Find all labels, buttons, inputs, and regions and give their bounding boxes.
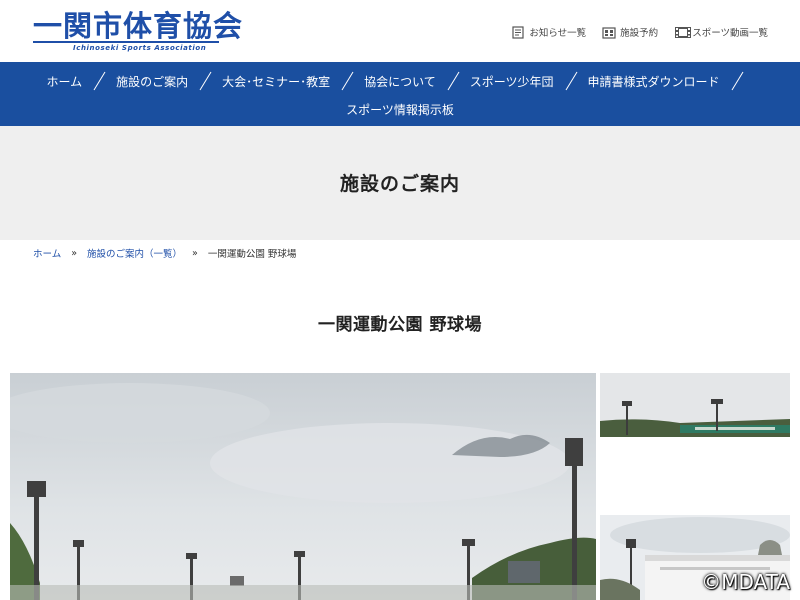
breadcrumb-current: 一関運動公園 野球場: [207, 249, 297, 260]
logo-subtext: Ichinoseki Sports Association: [73, 44, 207, 52]
facility-thumbnail[interactable]: [600, 373, 790, 437]
nav-item-forms-download[interactable]: 申請書様式ダウンロード: [588, 73, 720, 90]
nav-row-primary: ホーム 施設のご案内 大会･セミナー･教室 協会について スポーツ少年団 申請書…: [0, 67, 800, 95]
nav-item-events[interactable]: 大会･セミナー･教室: [222, 73, 330, 90]
utility-link-label: お知らせ一覧: [529, 28, 587, 39]
breadcrumb-facilities-list[interactable]: 施設のご案内（一覧）: [87, 246, 182, 260]
facility-booking-icon: [602, 26, 616, 39]
utility-link-booking[interactable]: 施設予約: [602, 25, 658, 39]
nav-item-home[interactable]: ホーム: [46, 73, 82, 90]
nav-separator: [330, 70, 364, 92]
nav-separator: [554, 70, 588, 92]
utility-link-label: 施設予約: [620, 28, 659, 39]
page-title: 施設のご案内: [339, 173, 460, 195]
utility-link-label: スポーツ動画一覧: [692, 28, 768, 39]
nav-separator: [436, 70, 470, 92]
utility-link-news[interactable]: お知らせ一覧: [511, 25, 586, 39]
breadcrumb-separator: »: [71, 247, 78, 259]
utility-link-videos[interactable]: スポーツ動画一覧: [674, 25, 768, 39]
watermark: ©MDATA: [701, 570, 790, 594]
document-list-icon: [511, 25, 525, 39]
site-logo[interactable]: 一関市体育協会 Ichinoseki Sports Association: [33, 8, 242, 54]
breadcrumb: ホーム » 施設のご案内（一覧） » 一関運動公園 野球場: [33, 246, 297, 261]
nav-separator: [82, 70, 116, 92]
video-film-icon: [674, 26, 692, 39]
nav-item-youth-sports[interactable]: スポーツ少年団: [470, 73, 554, 90]
main-navigation: ホーム 施設のご案内 大会･セミナー･教室 協会について スポーツ少年団 申請書…: [0, 62, 800, 126]
nav-item-facilities[interactable]: 施設のご案内: [116, 73, 188, 90]
nav-row-secondary: スポーツ情報掲示板: [0, 97, 800, 121]
nav-separator: [188, 70, 222, 92]
facility-main-photo: [10, 373, 596, 600]
breadcrumb-separator: »: [192, 247, 198, 259]
logo-text: 一関市体育協会: [33, 9, 244, 43]
nav-item-bulletin-board[interactable]: スポーツ情報掲示板: [346, 101, 454, 118]
nav-separator: [720, 70, 754, 92]
nav-item-about[interactable]: 協会について: [364, 73, 436, 90]
facility-title: 一関運動公園 野球場: [318, 315, 482, 335]
page-title-band: 施設のご案内: [0, 126, 800, 240]
breadcrumb-home[interactable]: ホーム: [33, 246, 61, 260]
site-header: 一関市体育協会 Ichinoseki Sports Association お知…: [0, 0, 800, 62]
logo-underline: [33, 41, 219, 43]
utility-links: お知らせ一覧 施設予約 スポーツ動画一覧: [511, 25, 768, 39]
